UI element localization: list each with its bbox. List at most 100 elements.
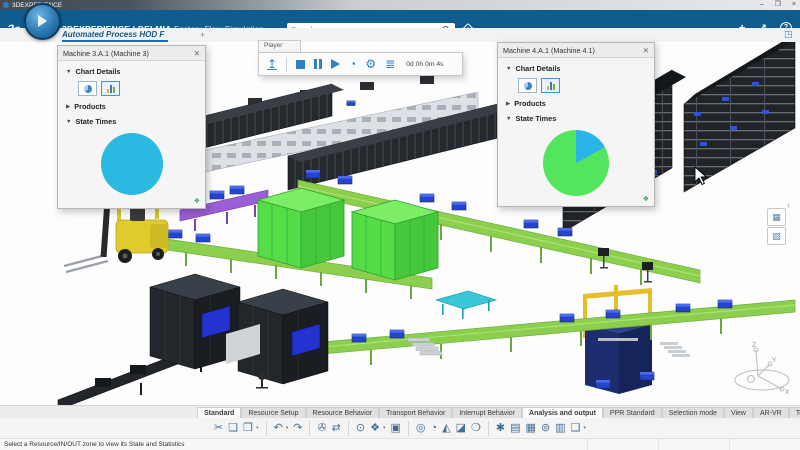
sync-world-icon[interactable]: ◎ [416,421,426,435]
close-panel-icon[interactable]: ✕ [643,46,649,55]
copy-icon[interactable]: ❏ [228,421,238,435]
cyan-table [436,291,496,319]
pie-chart-tool-icon[interactable]: ◔ [431,421,438,435]
export-data-icon[interactable]: ❑ [571,421,581,435]
3dexperience-compass-badge[interactable] [24,3,61,40]
pie-chart-type-button[interactable] [78,81,97,96]
state-times-pie-chart[interactable] [543,130,609,196]
bar-chart-type-button[interactable] [101,81,120,96]
network-view-icon[interactable]: ❖ [370,421,380,435]
paste-icon[interactable]: ❐ [243,421,253,435]
dropdown-caret-icon[interactable]: ▾ [383,425,386,431]
event-list-button[interactable]: ≣ [385,58,395,70]
display-panel-tool-button[interactable]: ▦ [767,208,786,226]
update-simulation-icon[interactable]: ⊙ [356,421,365,435]
ribbon-tab-resource-behavior[interactable]: Resource Behavior [306,407,380,418]
line-chart-tool-icon[interactable]: ◭ [442,421,450,435]
undo-icon[interactable]: ↶ [274,421,283,435]
redo-icon[interactable]: ↷ [293,421,302,435]
axis-x-label: X [785,389,790,396]
chart-options-icon[interactable]: ❖ [194,197,200,205]
section-products[interactable]: ▶ Products [506,99,654,108]
pie-chart-type-button[interactable] [518,78,537,93]
chart-options-icon[interactable]: ❖ [643,195,649,203]
stop-button[interactable] [296,60,305,69]
machine-cell-highlighted-1[interactable] [258,188,344,268]
compare-icon[interactable]: ⇄ [332,421,341,435]
chart-panel-machine-4: Machine 4.A.1 (Machine 4.1) ✕ ▼ Chart De… [497,42,655,207]
analysis-panel-tool-button[interactable]: ▨ [767,227,786,245]
player-separator [286,57,287,72]
ribbon-tab-standard[interactable]: Standard [197,407,241,418]
status-cell [729,439,800,450]
chevron-down-icon: ▼ [66,119,71,125]
flow-graph-tool-icon[interactable]: ✱ [496,421,505,435]
section-state-times[interactable]: ▼ State Times [66,117,205,126]
chevron-down-icon: ▼ [66,69,71,75]
status-cell [587,439,658,450]
gantt-tool-icon[interactable]: ▦ [526,421,536,435]
play-analysis-icon[interactable]: ⊚ [541,421,550,435]
camera-record-icon[interactable]: ✇ [317,421,326,435]
ribbon-tab-view[interactable]: View [724,407,753,418]
cut-icon[interactable]: ✂ [214,421,223,435]
export-results-button[interactable]: ↥ [267,59,277,70]
player-panel: Player ↥ ◔ ⚙ ≣ 0d 0h 0m 4s [258,40,463,76]
simulation-settings-button[interactable]: ⚙ [365,58,376,70]
ribbon-tab-tools[interactable]: Tools [789,407,800,418]
simulation-time: 0d 0h 0m 4s [406,61,443,68]
ribbon-tab-transport-behavior[interactable]: Transport Behavior [379,407,452,418]
state-times-pie-chart[interactable] [101,133,163,195]
app-icon [3,2,9,8]
ribbon-tab-ppr-standard[interactable]: PPR Standard [603,407,662,418]
3d-viewport[interactable]: Z Y X Player ↥ ◔ ⚙ ≣ 0d 0h 0m 4s Machine… [0,42,800,405]
section-label: Products [74,102,106,111]
bar-chart-icon [547,81,555,90]
machine-cell-highlighted-2[interactable] [352,200,438,280]
expand-viewport-icon[interactable]: ◳ [784,29,793,40]
document-tab[interactable]: Automated Process HOD F [62,29,168,42]
minimize-button[interactable]: – [760,0,764,10]
main-conveyor-lower [255,300,795,371]
play-button[interactable] [331,59,340,69]
ribbon-tab-interrupt-behavior[interactable]: Interrupt Behavior [452,407,522,418]
section-label: State Times [515,114,556,123]
stats-tool-icon[interactable]: ▥ [555,421,565,435]
chart-panel-machine-3: Machine 3.A.1 (Machine 3) ✕ ▼ Chart Deta… [57,45,206,209]
capture-frame-icon[interactable]: ▣ [391,421,401,435]
chevron-down-icon: ▼ [506,116,511,122]
section-chart-details[interactable]: ▼ Chart Details [506,64,654,73]
dropdown-caret-icon[interactable]: ▾ [583,425,586,431]
toolbar-separator [266,421,267,436]
close-button[interactable]: × [792,0,796,10]
ribbon-tab-resource-setup[interactable]: Resource Setup [241,407,305,418]
table-tool-icon[interactable]: ▤ [510,421,520,435]
dropdown-caret-icon[interactable]: ▾ [256,425,259,431]
simulation-speed-button[interactable]: ◔ [349,58,356,70]
ribbon-tab-selection-mode[interactable]: Selection mode [662,407,724,418]
section-label: Products [514,99,546,108]
collapse-chevron-icon[interactable]: ‹ [787,200,790,210]
bar-chart-type-button[interactable] [541,78,560,93]
section-products[interactable]: ▶ Products [66,102,205,111]
maximize-button[interactable]: ❐ [775,0,781,10]
ribbon-tab-analysis-and-output[interactable]: Analysis and output [522,407,603,418]
section-state-times[interactable]: ▼ State Times [506,114,654,123]
toolbar-separator [408,421,409,436]
section-label: Chart Details [515,64,560,73]
section-chart-details[interactable]: ▼ Chart Details [66,67,205,76]
ribbon-tab-ar-vr[interactable]: AR-VR [753,407,789,418]
section-label: Chart Details [75,67,120,76]
dropdown-caret-icon[interactable]: ▾ [286,425,289,431]
pause-button[interactable] [314,59,322,69]
area-chart-tool-icon[interactable]: ◪ [456,421,466,435]
close-panel-icon[interactable]: ✕ [194,49,200,58]
window-titlebar: 3DEXPERIENCE – ❐ × [0,0,800,10]
panel-title: Machine 3.A.1 (Machine 3) [63,49,194,58]
compass-play-icon [38,15,47,27]
axis-y-label: Y [772,357,777,364]
player-panel-tab[interactable]: Player [258,40,301,52]
axis-triad: Z Y X [735,342,790,396]
new-tab-button[interactable]: + [200,30,205,40]
probe-tool-icon[interactable]: ❍ [471,421,481,435]
